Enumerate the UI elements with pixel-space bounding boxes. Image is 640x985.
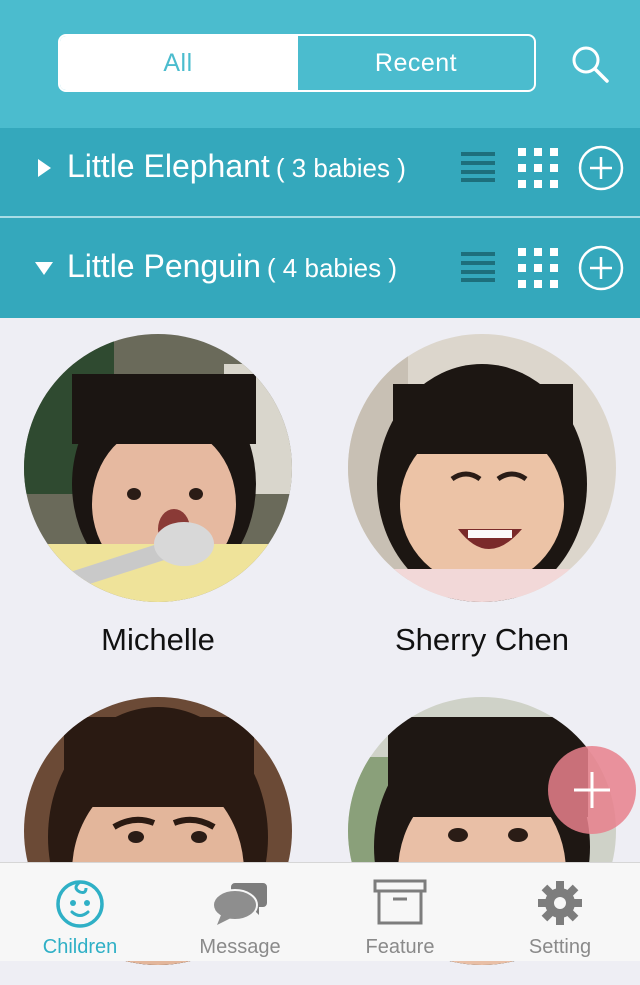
child-card[interactable]: Michelle: [24, 334, 292, 658]
group-title: Little Penguin( 4 babies ): [67, 248, 397, 285]
tab-children[interactable]: Children: [0, 863, 160, 961]
child-name: Michelle: [101, 622, 215, 657]
grid-view-icon[interactable]: [518, 248, 558, 288]
search-icon[interactable]: [570, 44, 610, 84]
group-count: ( 4 babies ): [266, 253, 397, 283]
group-name: Little Elephant: [67, 148, 270, 184]
tab-feature[interactable]: Feature: [320, 863, 480, 961]
tab-label: Setting: [528, 936, 592, 958]
tab-label: Feature: [365, 936, 435, 958]
group-row-little-penguin[interactable]: Little Penguin( 4 babies ): [0, 218, 640, 318]
list-view-icon[interactable]: [461, 252, 495, 282]
gear-icon: [538, 881, 582, 925]
tab-label: Children: [42, 936, 118, 958]
tab-message[interactable]: Message: [160, 863, 320, 961]
list-view-icon[interactable]: [461, 152, 495, 182]
grid-view-icon[interactable]: [518, 148, 558, 188]
child-avatar[interactable]: [24, 334, 292, 602]
plus-icon: [574, 772, 610, 808]
segment-recent[interactable]: Recent: [296, 36, 534, 90]
baby-face-icon: [56, 880, 104, 928]
group-count: ( 3 babies ): [275, 153, 406, 183]
top-header: All Recent: [0, 0, 640, 128]
child-card[interactable]: Sherry Chen: [348, 334, 616, 658]
child-name: Sherry Chen: [394, 622, 570, 657]
add-child-icon[interactable]: [578, 145, 624, 191]
expand-arrow-icon[interactable]: [34, 158, 54, 178]
child-avatar[interactable]: [348, 334, 616, 602]
filter-segmented-control: All Recent: [58, 34, 536, 92]
segment-all[interactable]: All: [60, 36, 296, 90]
add-child-icon[interactable]: [578, 245, 624, 291]
floating-add-button[interactable]: [548, 746, 636, 834]
bottom-tab-bar: Children Message Feature Setting: [0, 862, 640, 961]
group-name: Little Penguin: [67, 248, 261, 284]
group-title: Little Elephant( 3 babies ): [67, 148, 406, 185]
tab-setting[interactable]: Setting: [480, 863, 640, 961]
group-row-little-elephant[interactable]: Little Elephant( 3 babies ): [0, 128, 640, 226]
tab-label: Message: [199, 936, 281, 958]
archive-box-icon: [373, 879, 427, 925]
collapse-arrow-icon[interactable]: [34, 258, 54, 278]
chat-bubbles-icon: [212, 883, 267, 925]
